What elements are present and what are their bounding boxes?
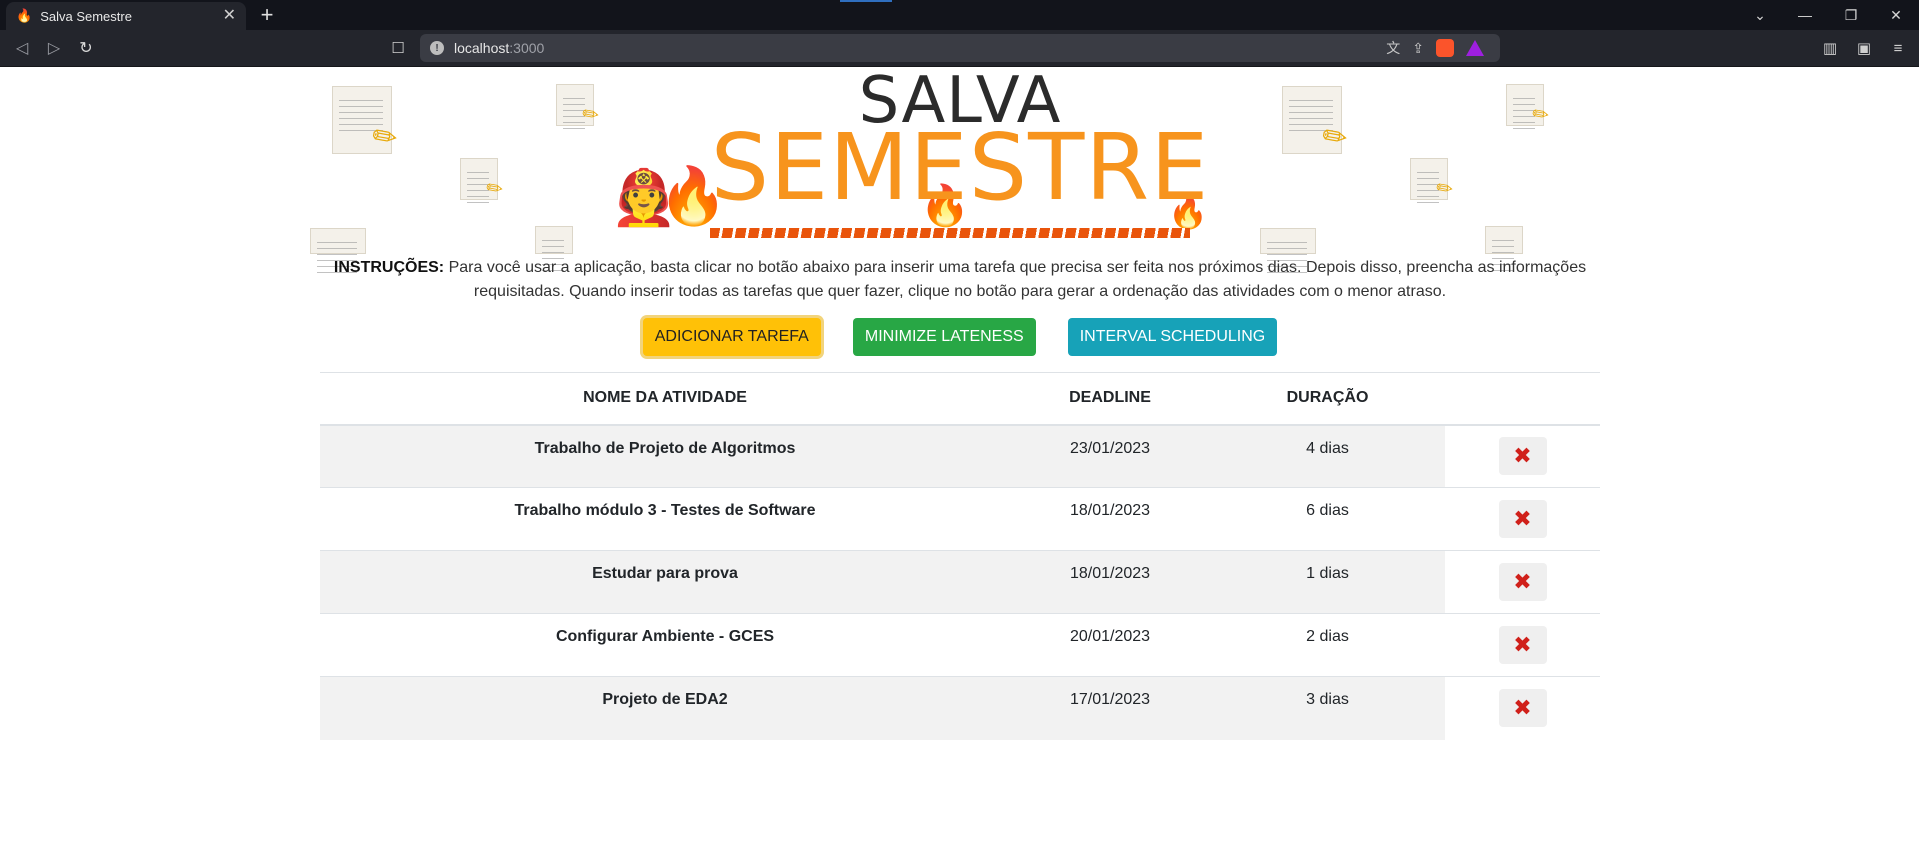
- table-row: Trabalho de Projeto de Algoritmos 23/01/…: [320, 424, 1600, 488]
- memo-icon: ✏: [1506, 84, 1551, 133]
- instructions-label: INSTRUÇÕES:: [333, 259, 445, 276]
- task-deadline: 23/01/2023: [1010, 424, 1210, 488]
- header-banner: ✏ ✏ ✏ ✏ ✏ ✏ 🧑‍🚒 🔥 🔥 🔥 SALVA SEMESTRE: [310, 64, 1600, 277]
- address-bar[interactable]: ! localhost:3000 文 ⇪: [420, 34, 1500, 62]
- interval-scheduling-button[interactable]: INTERVAL SCHEDULING: [1067, 318, 1278, 356]
- browser-tabbar: 🔥 Salva Semestre ✕ + ⌄ — ❐ ✕: [0, 0, 1919, 30]
- translate-icon[interactable]: 文: [1386, 38, 1400, 58]
- memo-icon: [1485, 226, 1523, 275]
- fire-icon: 🔥: [16, 8, 33, 23]
- close-tab-icon[interactable]: ✕: [223, 8, 236, 24]
- task-deadline: 18/01/2023: [1010, 487, 1210, 551]
- task-name: Trabalho módulo 3 - Testes de Software: [320, 487, 1010, 551]
- task-duration: 1 dias: [1210, 550, 1445, 614]
- close-icon: ✖: [1513, 695, 1532, 721]
- close-window-button[interactable]: ✕: [1873, 0, 1919, 30]
- brave-shield-icon[interactable]: [1436, 39, 1454, 57]
- task-duration: 2 dias: [1210, 613, 1445, 677]
- table-header-row: NOME DA ATIVIDADE DEADLINE DURAÇÃO: [320, 372, 1600, 426]
- col-header-deadline: DEADLINE: [1010, 372, 1210, 426]
- task-duration: 3 dias: [1210, 676, 1445, 740]
- task-deadline: 20/01/2023: [1010, 613, 1210, 677]
- task-actions: ✖: [1445, 487, 1600, 551]
- tasks-table-wrapper: NOME DA ATIVIDADE DEADLINE DURAÇÃO Traba…: [320, 372, 1600, 740]
- task-deadline: 17/01/2023: [1010, 676, 1210, 740]
- task-duration: 6 dias: [1210, 487, 1445, 551]
- task-name: Estudar para prova: [320, 550, 1010, 614]
- browser-tab[interactable]: 🔥 Salva Semestre ✕: [6, 2, 246, 30]
- tab-indicator: [840, 0, 892, 2]
- minimize-lateness-button[interactable]: MINIMIZE LATENESS: [852, 318, 1036, 356]
- sidebar-icon[interactable]: ▥: [1818, 36, 1842, 60]
- main-container: ✏ ✏ ✏ ✏ ✏ ✏ 🧑‍🚒 🔥 🔥 🔥 SALVA SEMESTRE INS…: [310, 64, 1600, 740]
- table-row: Trabalho módulo 3 - Testes de Software 1…: [320, 487, 1600, 551]
- url-port: :3000: [509, 40, 545, 56]
- table-row: Projeto de EDA2 17/01/2023 3 dias ✖: [320, 676, 1600, 740]
- close-icon: ✖: [1513, 569, 1532, 594]
- action-buttons: ADICIONAR TAREFA MINIMIZE LATENESS INTER…: [320, 318, 1600, 356]
- delete-task-button[interactable]: ✖: [1498, 437, 1547, 476]
- instructions-body: Para você usar a aplicação, basta clicar…: [448, 259, 1587, 300]
- memo-icon: ✏: [332, 86, 400, 156]
- task-name: Configurar Ambiente - GCES: [320, 613, 1010, 677]
- share-icon[interactable]: ⇪: [1412, 40, 1424, 57]
- tasks-table: NOME DA ATIVIDADE DEADLINE DURAÇÃO Traba…: [320, 372, 1600, 740]
- menu-icon[interactable]: ≡: [1886, 36, 1910, 60]
- new-tab-button[interactable]: +: [256, 4, 278, 26]
- task-actions: ✖: [1445, 676, 1600, 740]
- tab-title: Salva Semestre: [40, 8, 132, 24]
- memo-icon: [310, 228, 366, 277]
- logo-underline: [710, 228, 1190, 238]
- task-actions: ✖: [1445, 550, 1600, 614]
- forward-icon[interactable]: ▷: [42, 36, 66, 60]
- tab-search-icon[interactable]: ⌄: [1737, 0, 1783, 30]
- browser-toolbar: ◁ ▷ ↻ ☐ ! localhost:3000 文 ⇪ ▥ ▣ ≡: [0, 30, 1919, 67]
- task-actions: ✖: [1445, 424, 1600, 488]
- memo-icon: [535, 226, 573, 275]
- close-icon: ✖: [1513, 506, 1532, 531]
- wallet-icon[interactable]: ▣: [1852, 36, 1876, 60]
- delete-task-button[interactable]: ✖: [1498, 689, 1547, 728]
- table-row: Estudar para prova 18/01/2023 1 dias ✖: [320, 550, 1600, 614]
- delete-task-button[interactable]: ✖: [1498, 500, 1547, 538]
- col-header-duration: DURAÇÃO: [1210, 372, 1445, 426]
- memo-icon: [1260, 228, 1316, 277]
- task-duration: 4 dias: [1210, 424, 1445, 488]
- task-name: Projeto de EDA2: [320, 676, 1010, 740]
- back-icon[interactable]: ◁: [10, 36, 34, 60]
- close-icon: ✖: [1513, 443, 1532, 469]
- instructions-text: INSTRUÇÕES: Para você usar a aplicação, …: [320, 256, 1600, 304]
- close-icon: ✖: [1513, 632, 1532, 657]
- site-info-icon[interactable]: !: [430, 41, 444, 55]
- brave-rewards-icon[interactable]: [1466, 40, 1484, 56]
- table-row: Configurar Ambiente - GCES 20/01/2023 2 …: [320, 613, 1600, 677]
- add-task-button[interactable]: ADICIONAR TAREFA: [642, 318, 821, 356]
- col-header-actions: [1445, 372, 1600, 426]
- memo-icon: ✏: [1410, 158, 1455, 207]
- memo-icon: ✏: [556, 84, 601, 133]
- reload-icon[interactable]: ↻: [74, 36, 98, 60]
- url-host: localhost: [454, 40, 510, 56]
- col-header-name: NOME DA ATIVIDADE: [320, 372, 1010, 426]
- minimize-window-button[interactable]: —: [1782, 0, 1828, 30]
- page-content: ✏ ✏ ✏ ✏ ✏ ✏ 🧑‍🚒 🔥 🔥 🔥 SALVA SEMESTRE INS…: [0, 64, 1919, 868]
- bookmark-icon[interactable]: ☐: [388, 36, 408, 60]
- restore-window-button[interactable]: ❐: [1828, 0, 1874, 30]
- logo-title-line2: SEMESTRE: [710, 114, 1210, 221]
- memo-icon: ✏: [1282, 86, 1350, 156]
- memo-icon: ✏: [460, 158, 505, 207]
- delete-task-button[interactable]: ✖: [1498, 626, 1547, 664]
- delete-task-button[interactable]: ✖: [1498, 563, 1547, 601]
- task-actions: ✖: [1445, 613, 1600, 677]
- task-name: Trabalho de Projeto de Algoritmos: [320, 424, 1010, 488]
- task-deadline: 18/01/2023: [1010, 550, 1210, 614]
